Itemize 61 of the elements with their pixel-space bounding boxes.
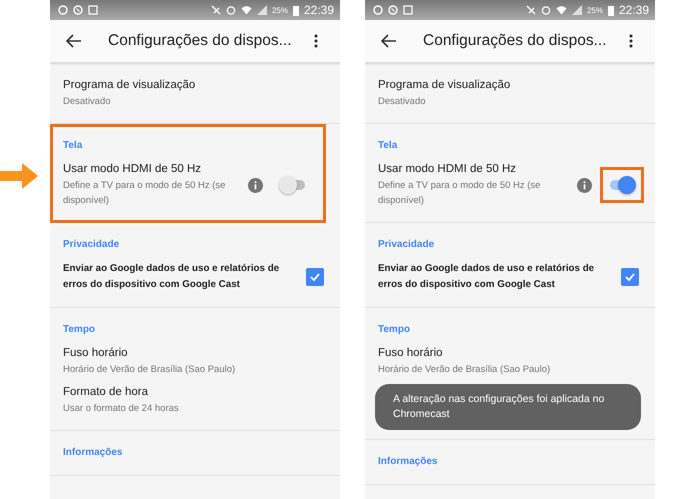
pointer-arrow-icon: [0, 161, 38, 191]
settings-item[interactable]: Programa de visualização Desativado: [365, 75, 655, 114]
section-header: Tela: [62, 139, 84, 153]
item-title: Fuso horário: [378, 346, 444, 361]
settings-item[interactable]: Fuso horário Horário de Verão de Brasília (Sao Paulo): [50, 343, 340, 382]
item-subtitle: Desativado: [63, 95, 112, 109]
settings-item[interactable]: Fuso horário Horário de Verão de Brasília (Sao Paulo): [365, 343, 655, 382]
section-header: Tela: [377, 139, 398, 153]
section-header: Tempo: [377, 323, 412, 337]
item-title: Usar modo HDMI de 50 Hz: [63, 162, 202, 177]
toolbar-title: Configurações do dispos...: [423, 32, 608, 50]
toggle-switch[interactable]: [279, 176, 307, 194]
back-arrow-icon[interactable]: [381, 34, 397, 48]
toggle-switch[interactable]: [608, 176, 636, 194]
section-header: Informações: [62, 446, 124, 460]
settings-item[interactable]: Enviar ao Google dados de uso e relatórios de erros do dispositivo com Google Cast: [50, 258, 340, 298]
checkbox[interactable]: [306, 268, 324, 286]
more-menu-icon[interactable]: [629, 34, 633, 48]
image-icon: [403, 5, 413, 15]
section-header: Tempo: [62, 323, 96, 337]
section-header: Privacidade: [62, 238, 120, 252]
check-icon: [624, 271, 636, 283]
image-icon: [88, 5, 98, 15]
item-subtitle: Usar o formato de 24 horas: [63, 402, 180, 416]
battery-icon: [608, 4, 614, 16]
item-subtitle: Define a TV para o modo de 50 Hz (se disponível): [378, 179, 542, 208]
more-menu-icon[interactable]: [314, 34, 318, 48]
item-title: Formato de hora: [63, 385, 150, 400]
item-title: Enviar ao Google dados de uso e relatórios de erros do dispositivo com Google Cast: [378, 262, 596, 292]
battery-percent: 25%: [272, 6, 288, 14]
section-header: Privacidade: [377, 238, 436, 252]
item-subtitle: Horário de Verão de Brasília (Sao Paulo): [63, 363, 236, 377]
item-title: Programa de visualização: [63, 78, 196, 93]
settings-item[interactable]: Enviar ao Google dados de uso e relatórios de erros do dispositivo com Google Cast: [365, 258, 655, 298]
clock-time: 22:39: [618, 3, 649, 17]
item-subtitle: Horário de Verão de Brasília (Sao Paulo): [378, 363, 552, 377]
toast-message: A alteração nas configurações foi aplicada no Chromecast: [375, 384, 641, 430]
battery-icon: [292, 4, 299, 16]
clock-time: 22:39: [304, 3, 334, 17]
item-title: Enviar ao Google dados de uso e relatórios de erros do dispositivo com Google Cast: [63, 262, 280, 292]
wifi-icon: [240, 5, 252, 15]
info-icon[interactable]: [248, 178, 263, 192]
signal-icon: [572, 5, 582, 15]
back-arrow-icon[interactable]: [66, 34, 82, 48]
info-icon[interactable]: [577, 178, 592, 192]
section-header: Informações: [377, 455, 438, 469]
item-subtitle: Define a TV para o modo de 50 Hz (se disponível): [63, 179, 226, 208]
item-title: Usar modo HDMI de 50 Hz: [378, 162, 518, 177]
wifi-icon: [556, 5, 567, 15]
settings-item[interactable]: Usar modo HDMI de 50 Hz Define a TV para o modo de 50 Hz (se disponível): [365, 159, 655, 213]
battery-percent: 25%: [586, 6, 603, 14]
settings-item[interactable]: Usar modo HDMI de 50 Hz Define a TV para o modo de 50 Hz (se disponível): [50, 159, 326, 213]
settings-item[interactable]: Formato de hora Usar o formato de 24 horas: [50, 382, 340, 421]
checkbox[interactable]: [621, 268, 639, 286]
item-title: Programa de visualização: [378, 78, 512, 93]
check-icon: [309, 271, 321, 283]
toolbar-title: Configurações do dispos...: [108, 32, 293, 50]
item-subtitle: Desativado: [378, 95, 427, 109]
item-title: Fuso horário: [63, 346, 129, 361]
signal-icon: [256, 5, 267, 15]
settings-item[interactable]: Programa de visualização Desativado: [50, 75, 340, 114]
